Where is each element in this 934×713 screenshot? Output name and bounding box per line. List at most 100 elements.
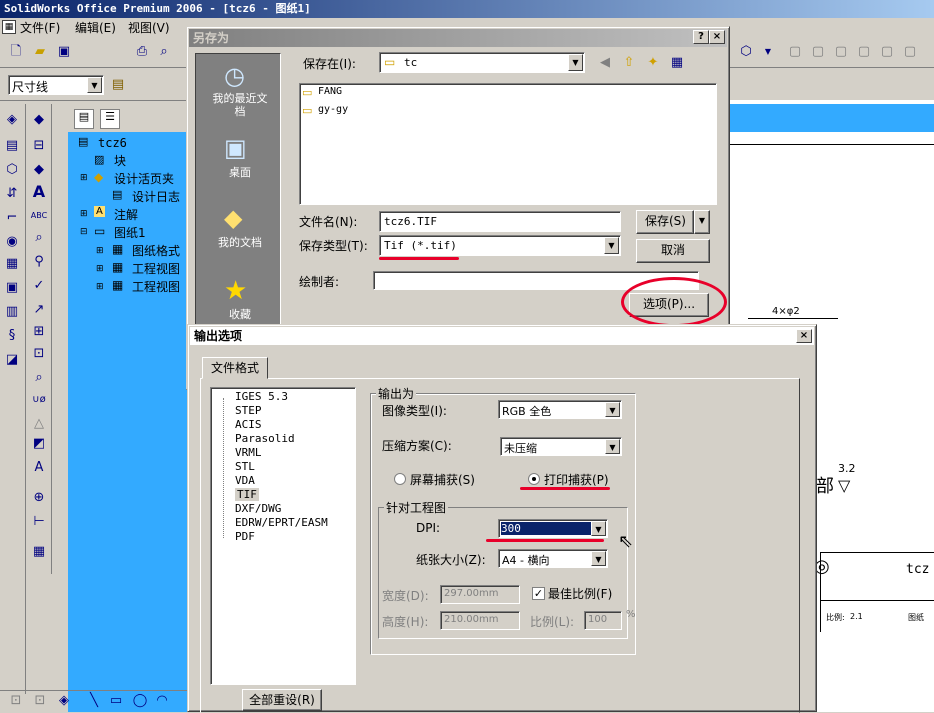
format-list[interactable]: IGES 5.3 STEP ACIS Parasolid VRML STL VD… (210, 387, 356, 685)
save-split-arrow[interactable]: ▼ (694, 210, 710, 234)
text-icon[interactable]: A (29, 182, 49, 202)
tab-file-format[interactable]: 文件格式 (202, 357, 268, 379)
tree-item-view2[interactable]: 工程视图 (132, 278, 180, 295)
close-button[interactable]: × (709, 30, 725, 44)
block-icon[interactable]: A (29, 458, 49, 478)
new-icon[interactable]: 🗋 (6, 42, 26, 62)
expand-icon[interactable]: ⊞ (96, 246, 104, 256)
menu-file[interactable]: 文件(F) (20, 19, 60, 36)
screen-capture-label[interactable]: 屏幕捕获(S) (410, 471, 475, 488)
place-recent[interactable]: 我的最近文档 (208, 92, 272, 118)
paper-size-combo[interactable]: A4 - 横向 ▼ (498, 549, 608, 568)
compression-combo[interactable]: 未压缩 ▼ (500, 437, 622, 456)
diameter-icon[interactable]: ∪ø (29, 390, 49, 410)
format-edrw[interactable]: EDRW/EPRT/EASM (235, 516, 328, 529)
filename-input[interactable]: tcz6.TIF (379, 211, 621, 232)
scale-input[interactable]: 100 (584, 611, 622, 630)
view-back-icon[interactable]: ▢ (808, 42, 828, 62)
best-scale-label[interactable]: 最佳比例(F) (548, 585, 612, 602)
circle-icon[interactable]: ◉ (2, 232, 22, 252)
table-icon-2[interactable]: ▦ (29, 542, 49, 562)
save-in-combo[interactable]: ▭ tc ▼ (379, 52, 585, 73)
width-input[interactable]: 297.00mm (440, 585, 520, 604)
smart-dim-icon[interactable]: ◈ (54, 691, 74, 711)
place-favorites[interactable]: 收藏 (208, 306, 272, 322)
back-icon[interactable]: ◀ (595, 53, 615, 73)
cancel-button[interactable]: 取消 (636, 239, 710, 263)
tree-item-sheet-format[interactable]: 图纸格式 (132, 242, 180, 259)
format-parasolid[interactable]: Parasolid (235, 432, 295, 445)
view-front-icon[interactable]: ▢ (785, 42, 805, 62)
pin-icon[interactable]: ⚲ (29, 252, 49, 272)
menu-edit[interactable]: 编辑(E) (75, 19, 116, 36)
layer-icon[interactable]: ▤ (108, 75, 128, 95)
chevron-down-icon[interactable]: ▼ (605, 402, 620, 417)
view-left-icon[interactable]: ▢ (831, 42, 851, 62)
chevron-down-icon[interactable]: ▼ (604, 237, 619, 254)
arrow-icon[interactable]: ⇵ (2, 184, 22, 204)
format-tif-selected[interactable]: TIF (235, 488, 259, 501)
tree-item-binder[interactable]: 设计活页夹 (114, 170, 174, 187)
tree-item-view1[interactable]: 工程视图 (132, 260, 180, 277)
weld-icon[interactable]: ↗ (29, 300, 49, 320)
expand-icon[interactable]: ⊞ (80, 173, 88, 183)
frame-icon[interactable]: ⊡ (29, 344, 49, 364)
view-cube-icon[interactable]: ⬡ (736, 42, 756, 62)
reset-all-button[interactable]: 全部重设(R) (242, 689, 322, 711)
spellcheck-icon[interactable]: ABC (29, 206, 49, 226)
expand-icon[interactable]: ⊞ (96, 264, 104, 274)
close-button[interactable]: × (796, 329, 812, 343)
tree-tab-property[interactable]: ☰ (100, 109, 120, 129)
view-iso-icon[interactable]: ▢ (900, 42, 920, 62)
datum-icon[interactable]: ⊞ (29, 322, 49, 342)
folder-fang[interactable]: FANG (318, 86, 342, 97)
view-right-icon[interactable]: ▢ (854, 42, 874, 62)
dpi-combo[interactable]: 300 ▼ (498, 519, 608, 538)
chevron-down-icon[interactable]: ▼ (87, 77, 102, 93)
arc-icon[interactable]: ◠ (152, 691, 172, 711)
format-vda[interactable]: VDA (235, 474, 255, 487)
image-type-combo[interactable]: RGB 全色 ▼ (498, 400, 622, 419)
new-folder-icon[interactable]: ✦ (643, 53, 663, 73)
chevron-down-icon[interactable]: ▼ (591, 521, 606, 536)
table-icon[interactable]: ▤ (2, 136, 22, 156)
format-pdf[interactable]: PDF (235, 530, 255, 543)
filetype-combo[interactable]: Tif (*.tif) ▼ (379, 235, 621, 256)
balloon-icon[interactable]: ⊟ (29, 136, 49, 156)
hatch-icon[interactable]: ◩ (29, 434, 49, 454)
save-button[interactable]: 保存(S) (636, 210, 694, 234)
format-acis[interactable]: ACIS (235, 418, 262, 431)
flag-icon[interactable]: ◆ (29, 160, 49, 180)
up-folder-icon[interactable]: ⇧ (619, 53, 639, 73)
chevron-down-icon[interactable]: ▼ (605, 439, 620, 454)
smart-dimension-icon[interactable]: ◈ (2, 110, 22, 130)
zoom-icon[interactable]: ⌕ (154, 42, 174, 62)
menu-view[interactable]: 视图(V) (128, 19, 170, 36)
note-icon[interactable]: ◆ (29, 110, 49, 130)
collapse-icon[interactable]: ⊟ (80, 227, 88, 237)
detail-icon[interactable]: ◪ (2, 350, 22, 370)
tree-root[interactable]: tcz6 (98, 136, 127, 150)
cube-icon[interactable]: ⬡ (2, 160, 22, 180)
view-icon[interactable]: ▣ (2, 278, 22, 298)
expand-icon[interactable]: ⊞ (96, 282, 104, 292)
warning-icon[interactable]: △ (29, 414, 49, 434)
print-capture-radio[interactable] (528, 473, 540, 485)
chevron-down-icon[interactable]: ▼ (591, 551, 606, 566)
format-step[interactable]: STEP (235, 404, 262, 417)
print-icon[interactable]: ⎙ (132, 42, 152, 62)
screen-capture-radio[interactable] (394, 473, 406, 485)
height-input[interactable]: 210.00mm (440, 611, 520, 630)
format-vrml[interactable]: VRML (235, 446, 262, 459)
app-menu-icon[interactable]: ▦ (2, 20, 16, 34)
view-menu-icon[interactable]: ▦ (667, 53, 687, 73)
view-top-icon[interactable]: ▢ (877, 42, 897, 62)
center-mark-icon[interactable]: ⊕ (29, 488, 49, 508)
grid-icon[interactable]: ▦ (2, 254, 22, 274)
check-icon[interactable]: ✓ (29, 276, 49, 296)
tree-tab-feature[interactable]: ▤ (74, 109, 94, 129)
save-icon[interactable]: ▣ (54, 42, 74, 62)
hole-icon[interactable]: ⌕ (29, 368, 49, 388)
file-list[interactable]: ▭ FANG ▭ gy-gy (299, 83, 717, 205)
dropdown-arrow-icon[interactable]: ▼ (758, 42, 778, 62)
